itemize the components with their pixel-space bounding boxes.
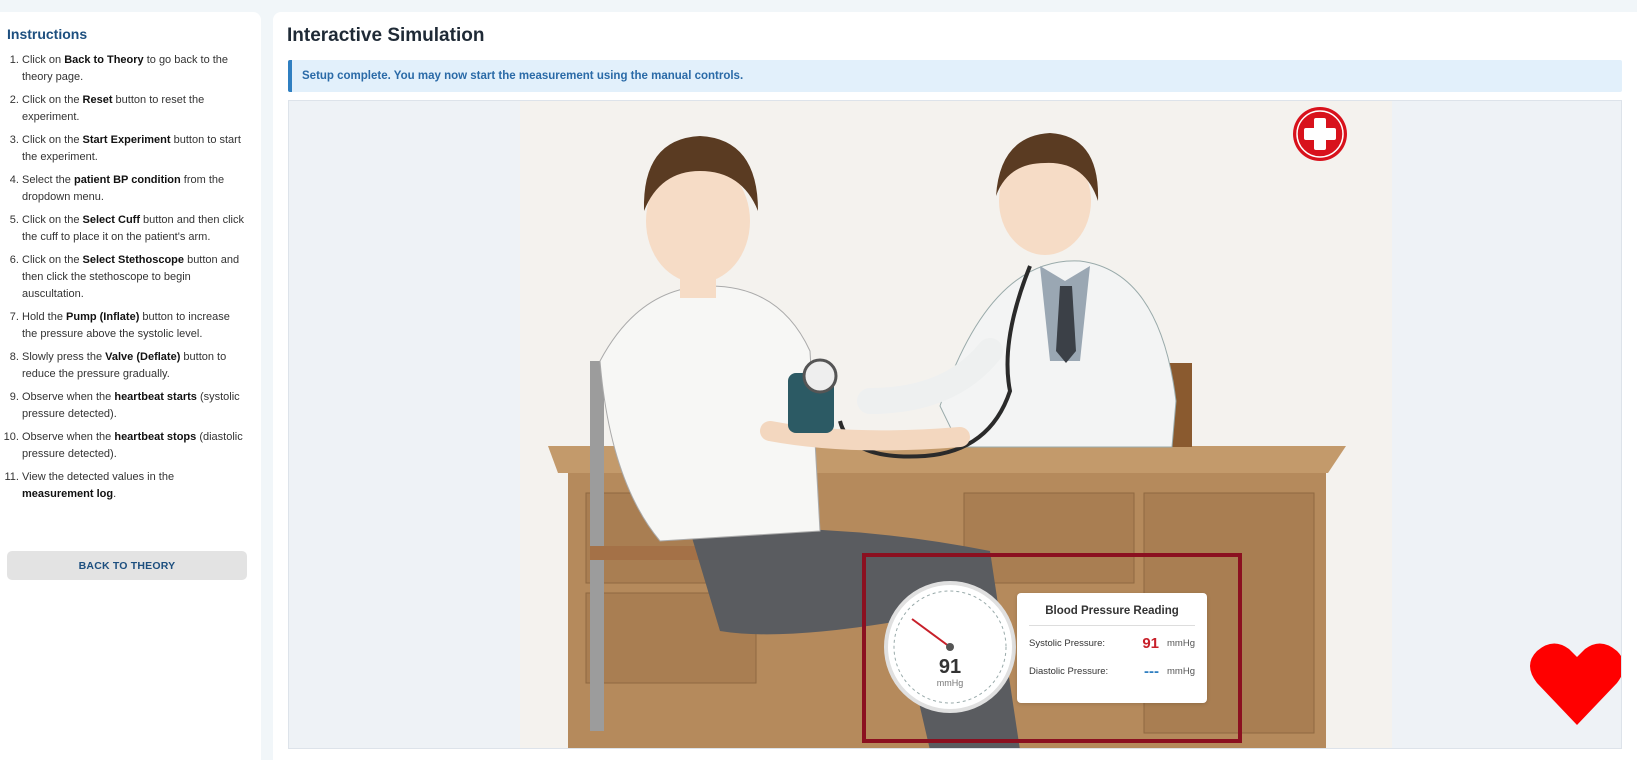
instruction-step: Click on Back to Theory to go back to th… <box>22 52 246 86</box>
red-cross-icon <box>1293 107 1347 161</box>
page-title: Interactive Simulation <box>287 25 485 46</box>
heart-icon <box>1530 643 1621 725</box>
systolic-value: 91 <box>1142 635 1159 652</box>
instruction-step: View the detected values in the measurem… <box>22 469 246 503</box>
simulation-area: 91 mmHg Blood Pressure Reading Systolic … <box>288 100 1622 749</box>
diastolic-value: --- <box>1144 663 1159 680</box>
back-to-theory-button[interactable]: BACK TO THEORY <box>7 551 247 580</box>
bp-reading-card: Blood Pressure Reading Systolic Pressure… <box>1017 593 1207 703</box>
simulation-panel: Interactive Simulation Setup complete. Y… <box>273 12 1637 760</box>
systolic-unit: mmHg <box>1167 638 1195 649</box>
diastolic-label: Diastolic Pressure: <box>1029 666 1109 677</box>
systolic-label: Systolic Pressure: <box>1029 638 1106 649</box>
instruction-step: Click on the Select Cuff button and then… <box>22 212 246 246</box>
bp-reading-title: Blood Pressure Reading <box>1045 605 1179 617</box>
instruction-list: Click on Back to Theory to go back to th… <box>0 52 246 509</box>
instruction-step: Click on the Start Experiment button to … <box>22 132 246 166</box>
instruction-step: Observe when the heartbeat stops (diasto… <box>22 429 246 463</box>
instructions-title: Instructions <box>7 26 88 42</box>
divider <box>1029 625 1195 626</box>
pressure-gauge-icon <box>884 581 1016 713</box>
instruction-step: Select the patient BP condition from the… <box>22 172 246 206</box>
instructions-panel: Instructions Click on Back to Theory to … <box>0 12 261 760</box>
instruction-step: Hold the Pump (Inflate) button to increa… <box>22 309 246 343</box>
diastolic-unit: mmHg <box>1167 666 1195 677</box>
instruction-step: Observe when the heartbeat starts (systo… <box>22 389 246 423</box>
systolic-row: Systolic Pressure: 91 mmHg <box>1029 635 1195 653</box>
instruction-step: Click on the Select Stethoscope button a… <box>22 252 246 303</box>
diastolic-row: Diastolic Pressure: --- mmHg <box>1029 663 1195 681</box>
gauge-pressure-value: 91 <box>938 656 962 678</box>
status-alert: Setup complete. You may now start the me… <box>288 60 1622 92</box>
instruction-step: Click on the Reset button to reset the e… <box>22 92 246 126</box>
instruction-step: Slowly press the Valve (Deflate) button … <box>22 349 246 383</box>
gauge-pressure-unit: mmHg <box>936 678 964 688</box>
